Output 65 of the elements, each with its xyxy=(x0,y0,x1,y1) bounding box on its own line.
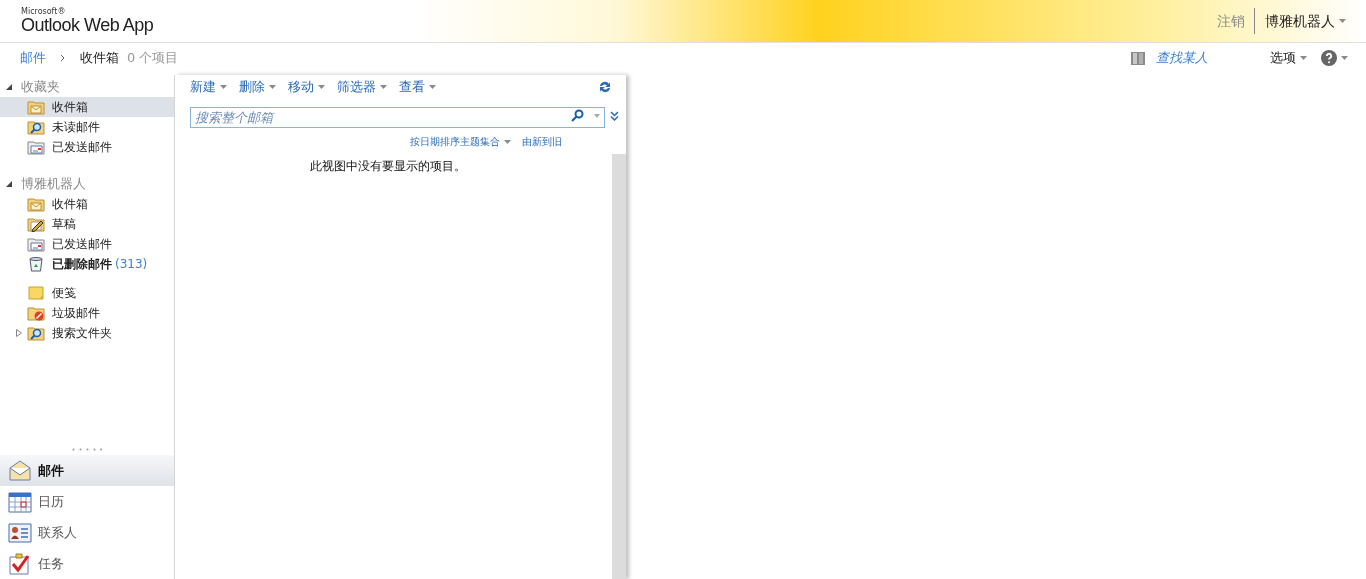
refresh-icon[interactable] xyxy=(598,80,612,94)
folder-item[interactable]: 已发送邮件 xyxy=(0,137,174,157)
empty-message: 此视图中没有要显示的项目。 xyxy=(309,158,467,175)
arrange-by-menu[interactable]: 按日期排序主题集合 xyxy=(410,134,511,149)
caret-icon xyxy=(380,85,387,89)
folder-title: 收件箱 xyxy=(80,49,119,68)
module-tab[interactable]: 联系人 xyxy=(0,517,174,548)
pencil-folder-icon xyxy=(27,216,45,232)
envelope-folder-icon xyxy=(27,196,45,212)
search-field[interactable]: 搜索整个邮箱 xyxy=(190,107,605,128)
address-book-icon[interactable] xyxy=(1130,50,1146,66)
caret-icon xyxy=(504,139,511,144)
caret-icon xyxy=(1341,56,1348,60)
caret-icon xyxy=(269,85,276,89)
caret-icon xyxy=(1339,19,1346,23)
folder-item[interactable]: 草稿 xyxy=(0,214,174,234)
folder-item[interactable]: 收件箱 xyxy=(0,97,174,117)
folder-item[interactable]: 搜索文件夹 xyxy=(0,323,174,343)
expand-arrow-icon[interactable] xyxy=(16,329,22,337)
brand-caption: Microsoft® xyxy=(21,8,67,16)
letter-folder-icon xyxy=(27,236,45,252)
user-menu[interactable]: 博雅机器人 xyxy=(1255,10,1346,32)
help-icon xyxy=(1321,50,1337,66)
magnifier-folder-icon xyxy=(27,119,45,135)
toolbar-menu[interactable]: 新建 xyxy=(190,77,227,97)
scrollbar[interactable] xyxy=(612,154,626,579)
double-chevron-icon[interactable] xyxy=(610,110,619,121)
folder-group-header[interactable]: 博雅机器人 xyxy=(21,174,86,194)
folder-item[interactable]: 未读邮件 xyxy=(0,117,174,137)
breadcrumb-link[interactable]: 邮件 xyxy=(20,48,46,68)
letter-folder-icon xyxy=(27,139,45,155)
collapse-arrow-icon[interactable] xyxy=(6,84,12,90)
folder-item[interactable]: 便笺 xyxy=(0,283,174,303)
folder-item[interactable]: 收件箱 xyxy=(0,194,174,214)
toolbar-menu[interactable]: 移动 xyxy=(288,77,325,97)
app-logo: Outlook Web App xyxy=(21,16,154,34)
folder-item[interactable]: 垃圾邮件 xyxy=(0,303,174,323)
resize-handle-icon[interactable] xyxy=(72,447,102,451)
unread-count: (313) xyxy=(115,256,148,273)
collapse-arrow-icon[interactable] xyxy=(6,181,12,187)
trash-can-icon xyxy=(29,256,43,272)
folder-item[interactable]: 已发送邮件 xyxy=(0,234,174,254)
toolbar-menu[interactable]: 删除 xyxy=(239,77,276,97)
help-button[interactable] xyxy=(1321,50,1348,66)
sort-order-link[interactable]: 由新到旧 xyxy=(522,134,562,149)
item-count: 0 个项目 xyxy=(127,49,179,68)
options-menu[interactable]: 选项 xyxy=(1270,48,1307,68)
caret-icon xyxy=(220,85,227,89)
find-people-link[interactable]: 查找某人 xyxy=(1156,48,1208,68)
module-tab[interactable]: 邮件 xyxy=(0,455,174,486)
caret-icon xyxy=(318,85,325,89)
note-icon xyxy=(27,285,45,301)
chevron-icon xyxy=(60,54,66,62)
envelope-folder-icon xyxy=(27,99,45,115)
blocked-folder-icon xyxy=(27,305,45,321)
module-tab[interactable]: 日历 xyxy=(0,486,174,517)
folder-group-header[interactable]: 收藏夹 xyxy=(21,77,60,97)
module-tab[interactable]: 任务 xyxy=(0,548,174,579)
toolbar-menu[interactable]: 查看 xyxy=(399,77,436,97)
caret-icon xyxy=(1300,56,1307,60)
caret-icon xyxy=(429,85,436,89)
folder-item[interactable]: 已删除邮件 (313) xyxy=(0,254,174,274)
toolbar-menu[interactable]: 筛选器 xyxy=(337,77,387,97)
magnifier-folder-icon xyxy=(27,325,45,341)
search-icon[interactable] xyxy=(571,109,584,122)
